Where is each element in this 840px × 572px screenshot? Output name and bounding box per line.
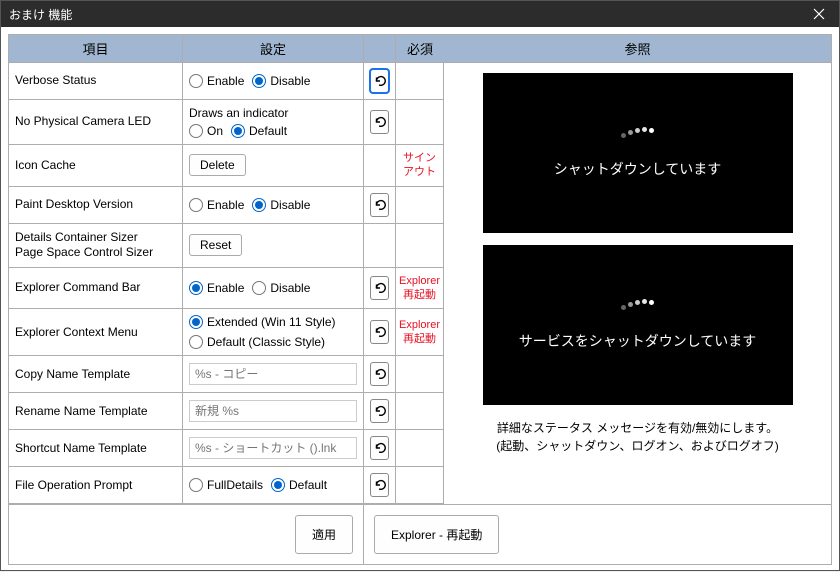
undo-button-paint-desktop[interactable] bbox=[370, 193, 389, 217]
radio-fileop-default[interactable]: Default bbox=[271, 478, 327, 492]
titlebar: おまけ 機能 bbox=[1, 1, 839, 27]
undo-icon bbox=[373, 198, 387, 212]
header-setting: 設定 bbox=[183, 35, 364, 63]
header-undo bbox=[364, 35, 396, 63]
radio-paint-enable[interactable]: Enable bbox=[189, 198, 244, 212]
radio-group-explorer-cmd-bar: Enable Disable bbox=[189, 281, 310, 295]
row-copy-name: Copy Name Template bbox=[9, 356, 444, 393]
apply-button[interactable]: 適用 bbox=[295, 515, 353, 554]
row-shortcut-name: Shortcut Name Template bbox=[9, 430, 444, 467]
window: おまけ 機能 項目 設定 必須 Verbose Status bbox=[0, 0, 840, 571]
row-file-op-prompt: File Operation Prompt FullDetails Defaul… bbox=[9, 467, 444, 504]
radio-group-paint-desktop: Enable Disable bbox=[189, 198, 310, 212]
screenshot-2-text: サービスをシャットダウンしています bbox=[519, 331, 757, 351]
undo-button-rename-name[interactable] bbox=[370, 399, 389, 423]
undo-button-verbose-status[interactable] bbox=[370, 69, 389, 93]
radio-group-verbose-status: Enable Disable bbox=[189, 74, 310, 88]
radio-group-no-phys-led: On Default bbox=[189, 124, 287, 138]
input-copy-name[interactable] bbox=[189, 363, 357, 385]
radio-verbose-enable[interactable]: Enable bbox=[189, 74, 244, 88]
header-item: 項目 bbox=[9, 35, 183, 63]
radio-cmdbar-disable[interactable]: Disable bbox=[252, 281, 310, 295]
desc-no-phys-led: Draws an indicator bbox=[189, 106, 288, 120]
reference-area: シャットダウンしています サービスをシャットダウンしています 詳細なステータス … bbox=[444, 63, 831, 504]
label-icon-cache: Icon Cache bbox=[9, 145, 183, 186]
reference-screenshot-1: シャットダウンしています bbox=[483, 73, 793, 233]
required-explorer-ctx-menu: Explorer 再起動 bbox=[396, 309, 444, 355]
radio-group-explorer-ctx-menu: Extended (Win 11 Style) Default (Classic… bbox=[189, 315, 336, 349]
radio-group-file-op-prompt: FullDetails Default bbox=[189, 478, 327, 492]
label-verbose-status: Verbose Status bbox=[9, 63, 183, 99]
label-copy-name: Copy Name Template bbox=[9, 356, 183, 392]
radio-ctxmenu-extended[interactable]: Extended (Win 11 Style) bbox=[189, 315, 336, 329]
close-button[interactable] bbox=[799, 1, 839, 27]
undo-button-explorer-ctx-menu[interactable] bbox=[370, 320, 389, 344]
button-bar: 適用 Explorer - 再起動 bbox=[9, 504, 831, 564]
spinner-icon bbox=[621, 128, 654, 133]
radio-led-default[interactable]: Default bbox=[231, 124, 287, 138]
undo-icon bbox=[373, 325, 387, 339]
row-explorer-ctx-menu: Explorer Context Menu Extended (Win 11 S… bbox=[9, 309, 444, 356]
header-required: 必須 bbox=[396, 35, 444, 63]
label-file-op-prompt: File Operation Prompt bbox=[9, 467, 183, 503]
undo-icon bbox=[373, 441, 387, 455]
delete-button-icon-cache[interactable]: Delete bbox=[189, 154, 246, 176]
required-explorer-cmd-bar: Explorer 再起動 bbox=[396, 268, 444, 309]
row-details-container: Details Container Sizer Page Space Contr… bbox=[9, 224, 444, 268]
label-shortcut-name: Shortcut Name Template bbox=[9, 430, 183, 466]
input-shortcut-name[interactable] bbox=[189, 437, 357, 459]
undo-icon bbox=[373, 281, 387, 295]
row-no-phys-led: No Physical Camera LED Draws an indicato… bbox=[9, 100, 444, 145]
row-icon-cache: Icon Cache Delete サインアウト bbox=[9, 145, 444, 187]
reset-button-details-container[interactable]: Reset bbox=[189, 234, 242, 256]
input-rename-name[interactable] bbox=[189, 400, 357, 422]
reference-screenshot-2: サービスをシャットダウンしています bbox=[483, 245, 793, 405]
undo-icon bbox=[373, 478, 387, 492]
radio-cmdbar-enable[interactable]: Enable bbox=[189, 281, 244, 295]
restart-explorer-button[interactable]: Explorer - 再起動 bbox=[374, 515, 499, 554]
radio-ctxmenu-default[interactable]: Default (Classic Style) bbox=[189, 335, 325, 349]
undo-button-explorer-cmd-bar[interactable] bbox=[370, 276, 389, 300]
label-explorer-ctx-menu: Explorer Context Menu bbox=[9, 309, 183, 355]
undo-button-shortcut-name[interactable] bbox=[370, 436, 389, 460]
row-explorer-cmd-bar: Explorer Command Bar Enable Disable bbox=[9, 268, 444, 310]
row-paint-desktop: Paint Desktop Version Enable Disable bbox=[9, 187, 444, 224]
undo-button-file-op-prompt[interactable] bbox=[370, 473, 389, 497]
screenshot-1-text: シャットダウンしています bbox=[554, 159, 722, 179]
spinner-icon bbox=[621, 300, 654, 305]
label-explorer-cmd-bar: Explorer Command Bar bbox=[9, 268, 183, 309]
undo-button-copy-name[interactable] bbox=[370, 362, 389, 386]
undo-icon bbox=[373, 404, 387, 418]
label-rename-name: Rename Name Template bbox=[9, 393, 183, 429]
label-paint-desktop: Paint Desktop Version bbox=[9, 187, 183, 223]
row-rename-name: Rename Name Template bbox=[9, 393, 444, 430]
label-details-container: Details Container Sizer Page Space Contr… bbox=[9, 224, 183, 267]
undo-icon bbox=[373, 367, 387, 381]
header-reference: 参照 bbox=[444, 35, 831, 63]
label-no-phys-led: No Physical Camera LED bbox=[9, 100, 183, 144]
undo-button-no-phys-led[interactable] bbox=[370, 110, 389, 134]
radio-paint-disable[interactable]: Disable bbox=[252, 198, 310, 212]
undo-icon bbox=[373, 115, 387, 129]
required-icon-cache: サインアウト bbox=[396, 145, 444, 186]
reference-caption: 詳細なステータス メッセージを有効/無効にします。 (起動、シャットダウン、ログ… bbox=[496, 419, 779, 455]
undo-icon bbox=[373, 74, 387, 88]
close-icon bbox=[813, 8, 825, 20]
radio-led-on[interactable]: On bbox=[189, 124, 223, 138]
radio-verbose-disable[interactable]: Disable bbox=[252, 74, 310, 88]
row-verbose-status: Verbose Status Enable Disable bbox=[9, 63, 444, 100]
radio-fileop-full[interactable]: FullDetails bbox=[189, 478, 263, 492]
window-title: おまけ 機能 bbox=[9, 6, 799, 23]
